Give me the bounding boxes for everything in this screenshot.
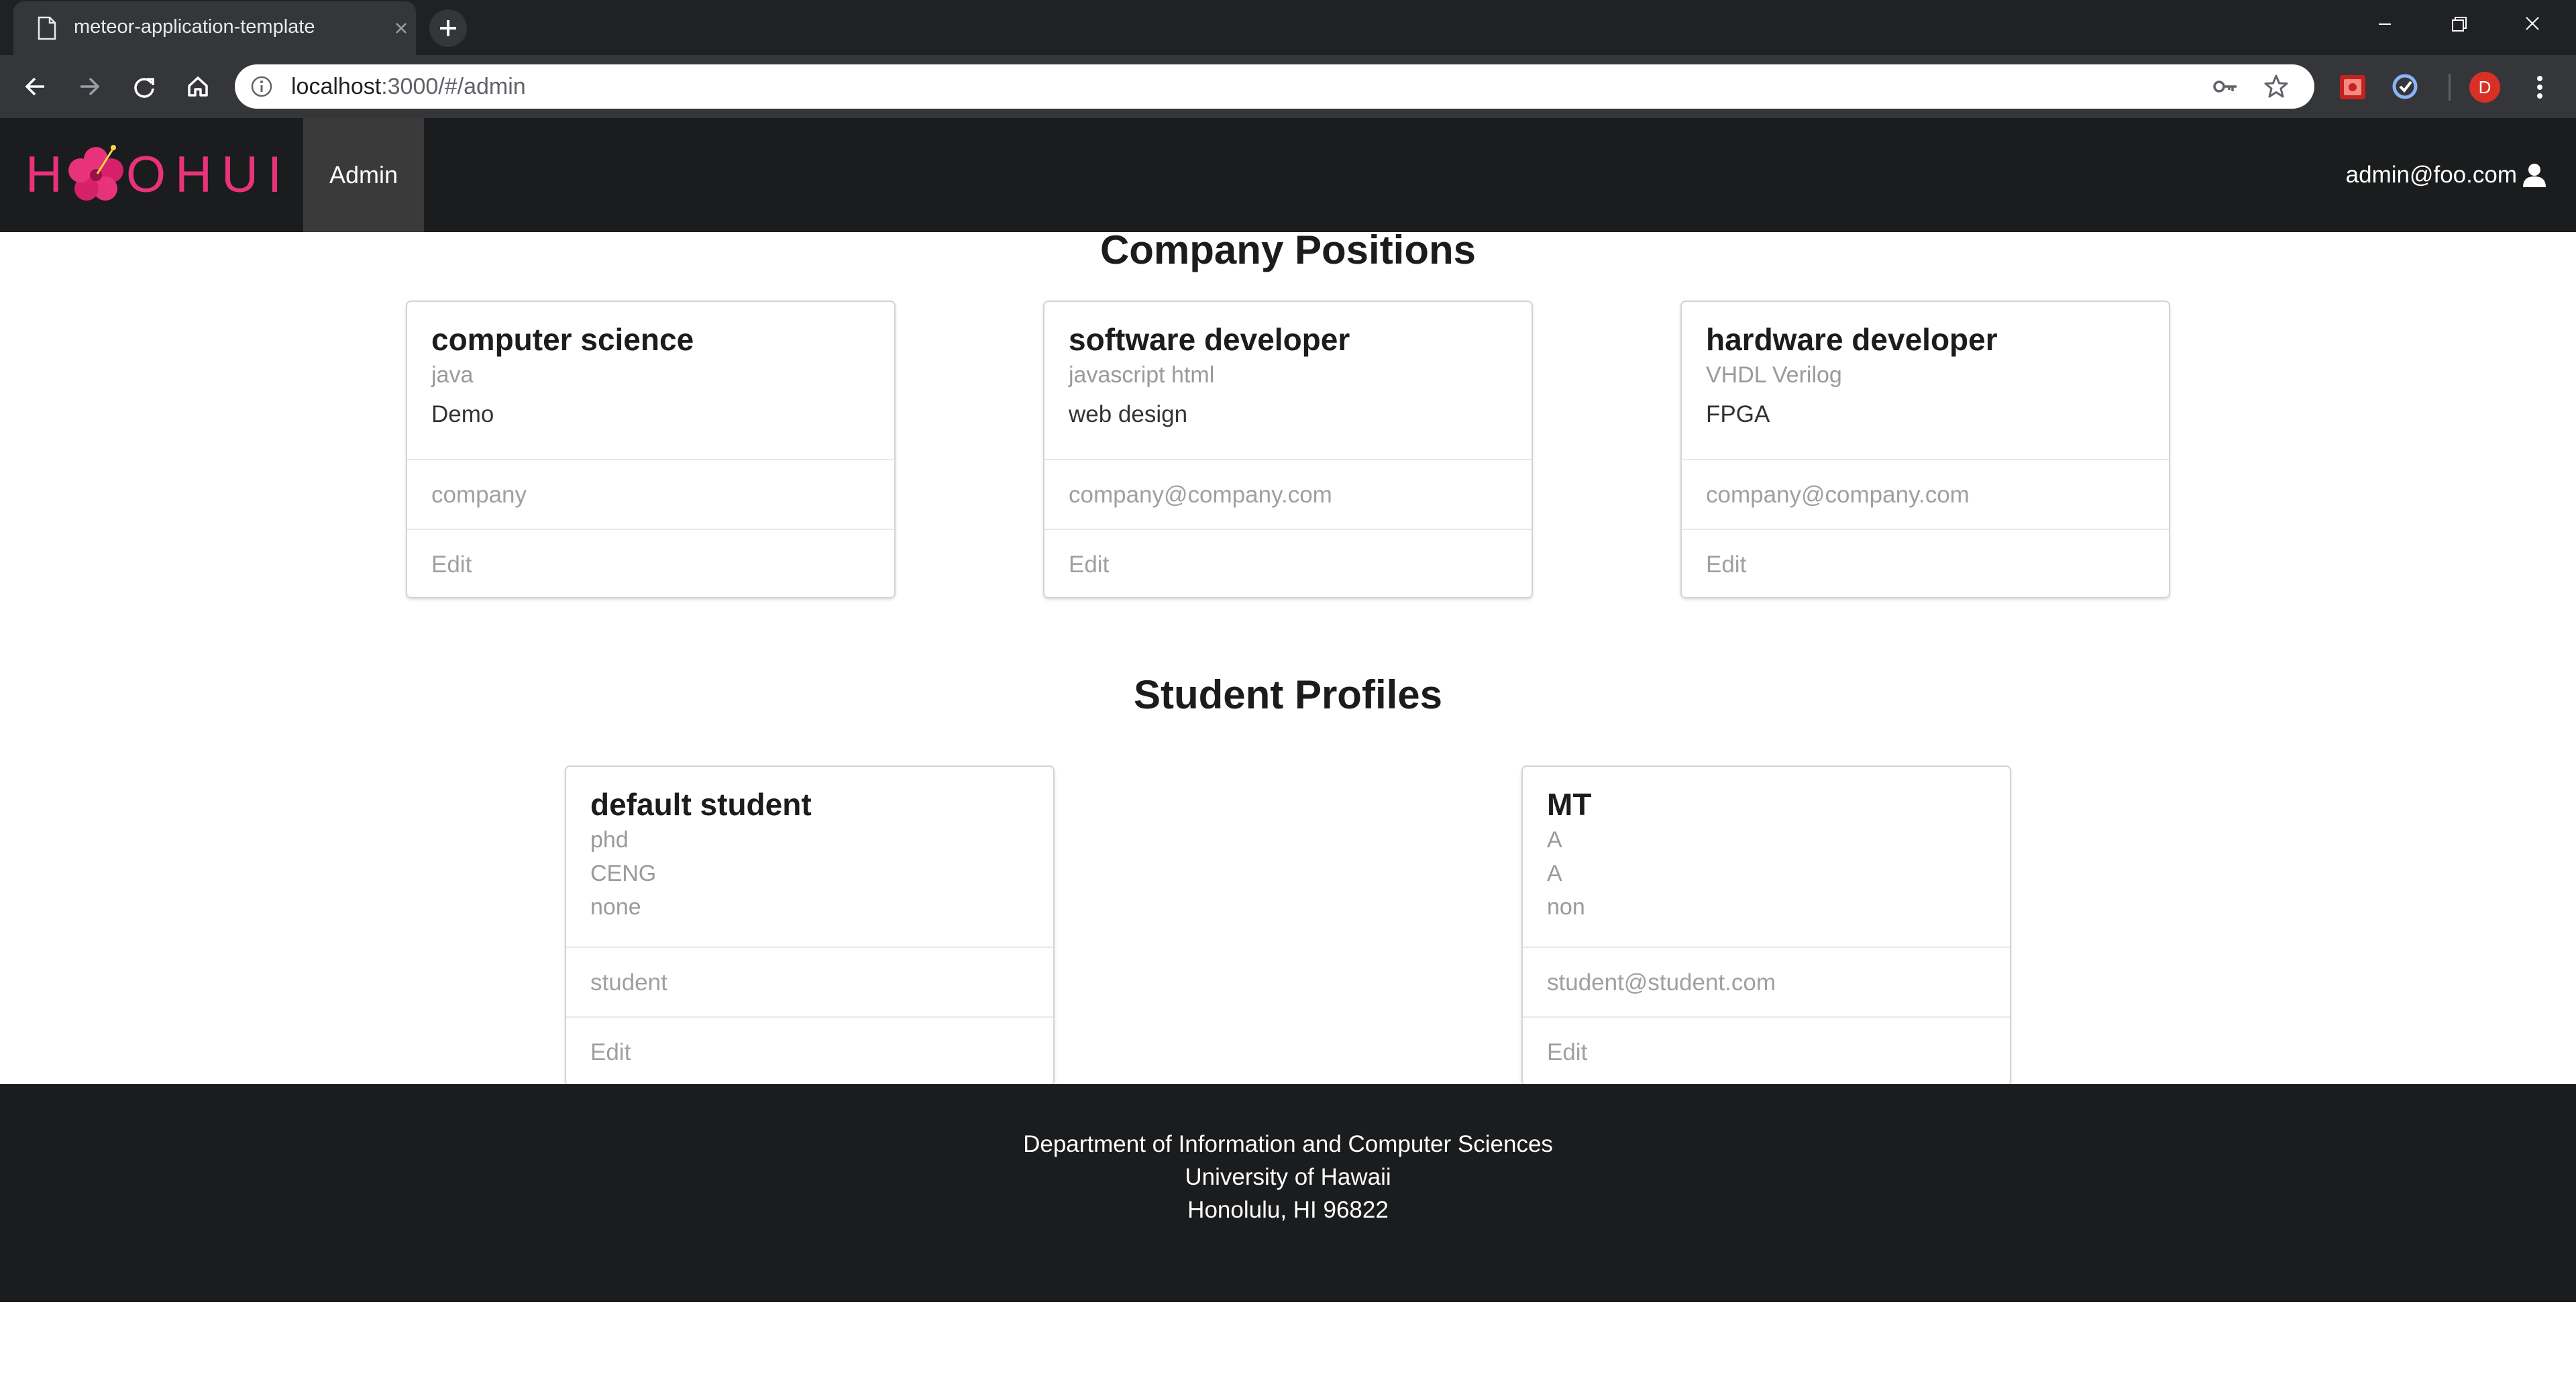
home-icon[interactable]: [180, 68, 216, 105]
student-card: MT A A non student@student.com Edit: [1521, 765, 2011, 1086]
position-title: software developer: [1069, 322, 1350, 357]
page-footer: Department of Information and Computer S…: [0, 1084, 2576, 1302]
user-menu[interactable]: admin@foo.com: [2346, 118, 2548, 232]
footer-university: University of Hawaii: [1185, 1164, 1391, 1190]
edit-link[interactable]: Edit: [1706, 551, 1746, 578]
svg-text:OHUI: OHUI: [126, 146, 280, 203]
bookmark-star-icon[interactable]: [2262, 72, 2290, 101]
position-title: computer science: [431, 322, 694, 357]
toolbar-divider: [2449, 74, 2451, 101]
app-navbar: H OHUI Admin admin@foo.com: [0, 118, 2576, 232]
close-window-icon[interactable]: [2496, 0, 2569, 47]
student-major: A: [1547, 861, 1562, 886]
edit-link[interactable]: Edit: [1069, 551, 1109, 578]
students-heading: Student Profiles: [1133, 672, 1443, 717]
student-owner: student@student.com: [1523, 947, 2010, 1016]
footer-address: Honolulu, HI 96822: [1187, 1197, 1389, 1223]
url-text[interactable]: localhost:3000/#/admin: [291, 74, 526, 100]
brand-logo[interactable]: H OHUI: [25, 138, 280, 212]
back-arrow-icon[interactable]: [17, 68, 54, 105]
footer-department: Department of Information and Computer S…: [1023, 1131, 1553, 1157]
position-skills: javascript html: [1069, 362, 1215, 388]
student-card: default student phd CENG none student Ed…: [565, 765, 1055, 1086]
positions-heading: Company Positions: [1099, 227, 1477, 272]
document-icon: [38, 16, 56, 40]
forward-arrow-icon[interactable]: [71, 68, 107, 105]
student-interests: none: [590, 894, 641, 920]
position-description: FPGA: [1706, 401, 1770, 427]
url-host: localhost: [291, 74, 382, 99]
browser-toolbar: localhost:3000/#/admin D: [0, 55, 2576, 118]
restore-window-icon[interactable]: [2422, 0, 2496, 47]
user-email[interactable]: admin@foo.com: [2346, 162, 2517, 189]
new-tab-icon[interactable]: [429, 9, 467, 47]
browser-tab[interactable]: meteor-application-template: [13, 1, 416, 55]
student-name: MT: [1547, 787, 1592, 822]
position-card: hardware developer VHDL Verilog FPGA com…: [1680, 301, 2170, 598]
position-skills: VHDL Verilog: [1706, 362, 1842, 388]
tab-title: meteor-application-template: [74, 16, 315, 38]
position-title: hardware developer: [1706, 322, 1998, 357]
position-card: software developer javascript html web d…: [1043, 301, 1533, 598]
position-company: company@company.com: [1682, 459, 2169, 529]
position-company: company@company.com: [1044, 459, 1532, 529]
browser-menu-icon[interactable]: [2526, 72, 2553, 102]
edit-link[interactable]: Edit: [1547, 1039, 1587, 1065]
address-bar[interactable]: localhost:3000/#/admin: [235, 64, 2314, 109]
svg-text:H: H: [25, 146, 64, 203]
position-description: Demo: [431, 401, 494, 427]
extension-icon[interactable]: [2336, 70, 2369, 103]
edit-link[interactable]: Edit: [431, 551, 472, 578]
url-path: :3000/#/admin: [381, 74, 526, 99]
student-major: CENG: [590, 861, 657, 886]
minimize-window-icon[interactable]: [2348, 0, 2422, 47]
position-company: company: [407, 459, 894, 529]
edit-link[interactable]: Edit: [590, 1039, 631, 1065]
user-icon[interactable]: [2521, 162, 2548, 189]
close-tab-icon[interactable]: [389, 16, 413, 40]
browser-tab-strip: meteor-application-template: [0, 0, 2576, 55]
position-skills: java: [431, 362, 474, 388]
site-info-icon[interactable]: [250, 74, 274, 99]
student-degree: phd: [590, 827, 629, 853]
extension-sync-icon[interactable]: [2388, 70, 2422, 103]
profile-avatar[interactable]: D: [2469, 72, 2500, 103]
position-description: web design: [1069, 401, 1188, 427]
nav-item-admin[interactable]: Admin: [303, 118, 424, 232]
student-owner: student: [566, 947, 1053, 1016]
student-name: default student: [590, 787, 812, 822]
reload-icon[interactable]: [126, 68, 162, 105]
key-icon[interactable]: [2211, 75, 2239, 98]
student-degree: A: [1547, 827, 1562, 853]
position-card: computer science java Demo company Edit: [406, 301, 896, 598]
student-interests: non: [1547, 894, 1585, 920]
